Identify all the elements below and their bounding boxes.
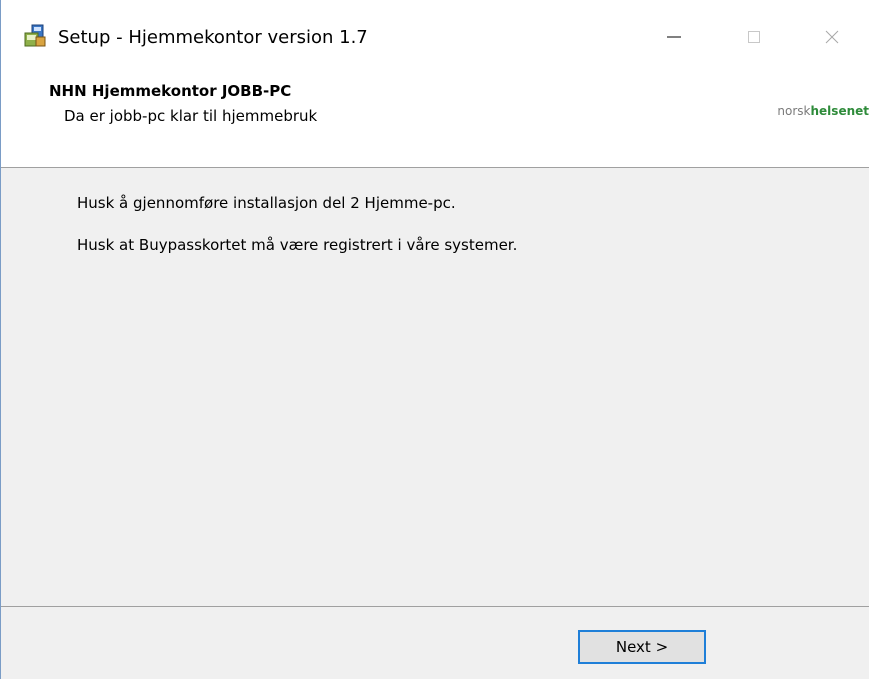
- norsk-helsenett-logo: norskhelsenet: [777, 104, 869, 118]
- wizard-header: NHN Hjemmekontor JOBB-PC Da er jobb-pc k…: [1, 72, 869, 167]
- wizard-footer: Next >: [1, 607, 869, 679]
- minimize-icon: [667, 36, 681, 38]
- maximize-button[interactable]: [731, 14, 777, 60]
- setup-window: Setup - Hjemmekontor version 1.7 NHN Hje…: [0, 0, 869, 679]
- close-button[interactable]: [809, 14, 855, 60]
- wizard-content: Husk å gjennomføre installasjon del 2 Hj…: [1, 168, 869, 606]
- logo-text-norsk: norsk: [777, 104, 811, 118]
- title-bar[interactable]: Setup - Hjemmekontor version 1.7: [1, 0, 869, 72]
- setup-installer-icon: [24, 24, 46, 47]
- window-title: Setup - Hjemmekontor version 1.7: [58, 27, 368, 48]
- message-installation-part2: Husk å gjennomføre installasjon del 2 Hj…: [77, 194, 456, 212]
- page-subtitle: Da er jobb-pc klar til hjemmebruk: [64, 107, 318, 125]
- close-icon: [825, 30, 839, 44]
- next-button[interactable]: Next >: [578, 630, 706, 664]
- message-buypass-card: Husk at Buypasskortet må være registrert…: [77, 236, 518, 254]
- page-title: NHN Hjemmekontor JOBB-PC: [49, 82, 292, 100]
- maximize-icon: [748, 31, 760, 43]
- minimize-button[interactable]: [651, 14, 697, 60]
- logo-text-helsenet: helsenet: [810, 104, 869, 118]
